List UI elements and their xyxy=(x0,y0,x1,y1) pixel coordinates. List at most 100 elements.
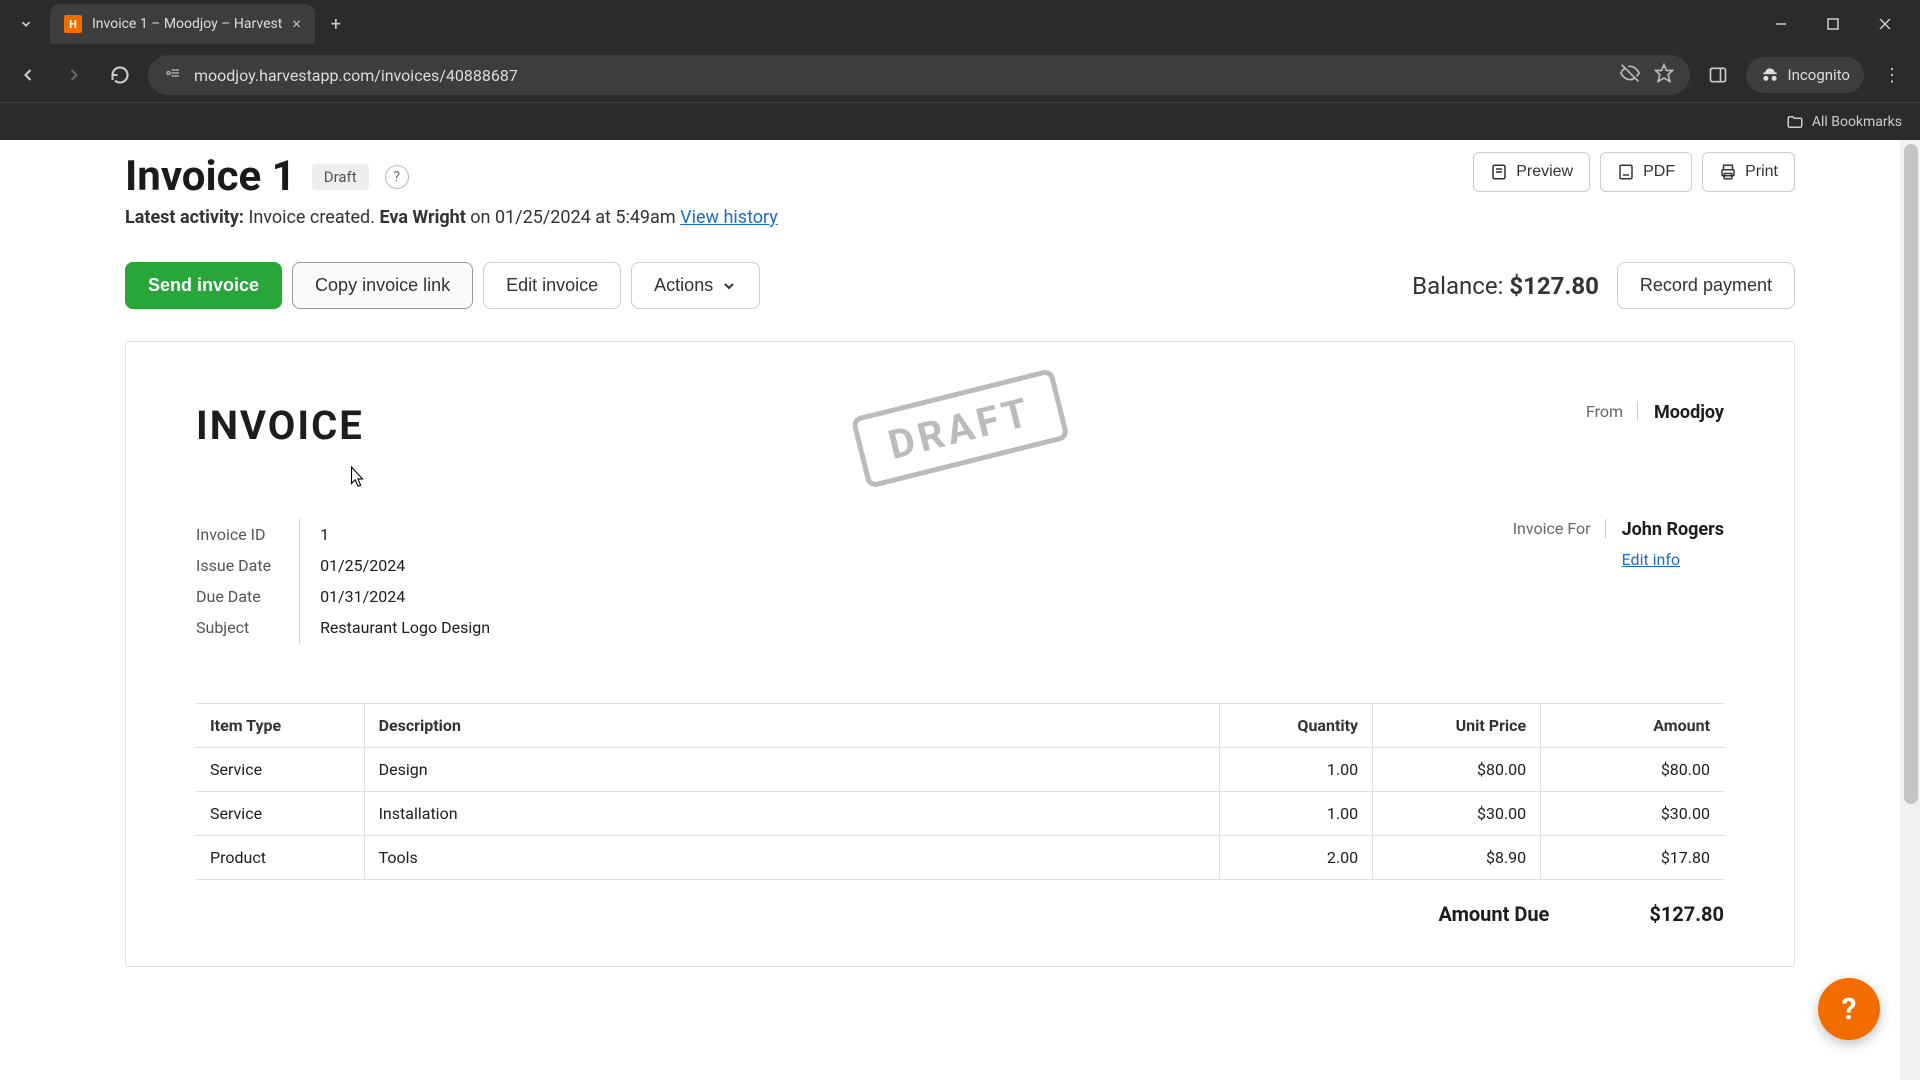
help-fab-button[interactable]: ? xyxy=(1818,978,1880,1040)
cell-price: $8.90 xyxy=(1373,836,1541,880)
activity-label: Latest activity: xyxy=(125,207,244,228)
all-bookmarks-button[interactable]: All Bookmarks xyxy=(1786,113,1902,131)
harvest-favicon: H xyxy=(64,15,82,33)
pdf-label: PDF xyxy=(1643,163,1675,181)
copy-invoice-link-button[interactable]: Copy invoice link xyxy=(292,262,473,309)
url-text: moodjoy.harvestapp.com/invoices/40888687 xyxy=(194,66,518,85)
cell-qty: 1.00 xyxy=(1220,792,1373,836)
incognito-icon xyxy=(1760,65,1780,85)
from-value: Moodjoy xyxy=(1654,402,1724,423)
invoice-heading: INVOICE xyxy=(196,402,364,449)
maximize-button[interactable] xyxy=(1810,4,1856,44)
record-payment-button[interactable]: Record payment xyxy=(1617,262,1795,309)
address-bar[interactable]: moodjoy.harvestapp.com/invoices/40888687 xyxy=(148,55,1690,95)
eye-off-icon[interactable] xyxy=(1620,63,1640,87)
from-label: From xyxy=(1586,402,1638,421)
folder-icon xyxy=(1786,113,1804,131)
cell-desc: Design xyxy=(364,748,1220,792)
close-window-button[interactable] xyxy=(1862,4,1908,44)
invoice-id-label: Invoice ID xyxy=(196,519,300,550)
tab-search-button[interactable] xyxy=(8,6,44,42)
preview-button[interactable]: Preview xyxy=(1473,152,1590,192)
subject-value: Restaurant Logo Design xyxy=(300,612,490,643)
edit-info-link[interactable]: Edit info xyxy=(1622,550,1724,569)
invoice-id-value: 1 xyxy=(300,519,490,550)
actions-dropdown-button[interactable]: Actions xyxy=(631,262,760,309)
browser-toolbar: moodjoy.harvestapp.com/invoices/40888687… xyxy=(0,48,1920,102)
tab-strip: H Invoice 1 – Moodjoy – Harvest × + xyxy=(0,0,1920,48)
latest-activity: Latest activity: Invoice created. Eva Wr… xyxy=(125,207,1795,228)
page-viewport: Invoice 1 Draft ? Preview PDF Print xyxy=(0,140,1920,1080)
browser-menu-button[interactable]: ⋮ xyxy=(1874,57,1910,93)
col-type: Item Type xyxy=(196,704,364,748)
invoice-card: INVOICE DRAFT From Moodjoy Invoice ID 1 … xyxy=(125,341,1795,967)
actions-label: Actions xyxy=(654,275,713,296)
incognito-indicator[interactable]: Incognito xyxy=(1746,57,1864,93)
draft-stamp: DRAFT xyxy=(850,368,1069,489)
side-panel-button[interactable] xyxy=(1700,57,1736,93)
tab-title: Invoice 1 – Moodjoy – Harvest xyxy=(92,16,282,32)
balance-display: Balance: $127.80 xyxy=(1412,272,1599,300)
arrow-left-icon xyxy=(18,65,38,85)
forward-button[interactable] xyxy=(56,57,92,93)
panel-icon xyxy=(1708,65,1728,85)
cell-desc: Installation xyxy=(364,792,1220,836)
site-info-icon[interactable] xyxy=(164,64,182,86)
chevron-down-icon xyxy=(19,17,33,31)
table-row: ServiceInstallation1.00$30.00$30.00 xyxy=(196,792,1724,836)
chevron-down-icon xyxy=(721,278,737,294)
balance-value: $127.80 xyxy=(1509,272,1599,300)
cell-amount: $17.80 xyxy=(1541,836,1724,880)
issue-date-value: 01/25/2024 xyxy=(300,550,490,581)
cell-amount: $30.00 xyxy=(1541,792,1724,836)
edit-invoice-button[interactable]: Edit invoice xyxy=(483,262,621,309)
new-tab-button[interactable]: + xyxy=(321,9,351,39)
minimize-button[interactable] xyxy=(1758,4,1804,44)
close-icon xyxy=(1879,18,1891,30)
maximize-icon xyxy=(1827,18,1839,30)
cell-type: Product xyxy=(196,836,364,880)
send-invoice-button[interactable]: Send invoice xyxy=(125,262,282,309)
table-row: ServiceDesign1.00$80.00$80.00 xyxy=(196,748,1724,792)
bookmarks-bar: All Bookmarks xyxy=(0,102,1920,140)
col-amount: Amount xyxy=(1541,704,1724,748)
cell-price: $80.00 xyxy=(1373,748,1541,792)
activity-text: Invoice created. xyxy=(248,207,375,228)
reload-button[interactable] xyxy=(102,57,138,93)
window-controls xyxy=(1758,4,1920,44)
due-date-value: 01/31/2024 xyxy=(300,581,490,612)
print-button[interactable]: Print xyxy=(1702,152,1795,192)
invoice-for-value: John Rogers xyxy=(1622,519,1724,540)
minimize-icon xyxy=(1775,18,1787,30)
subject-label: Subject xyxy=(196,612,300,643)
amount-due-value: $127.80 xyxy=(1649,902,1724,926)
cell-type: Service xyxy=(196,748,364,792)
col-desc: Description xyxy=(364,704,1220,748)
star-icon[interactable] xyxy=(1654,63,1674,87)
close-tab-button[interactable]: × xyxy=(292,16,301,32)
table-header-row: Item Type Description Quantity Unit Pric… xyxy=(196,704,1724,748)
due-date-label: Due Date xyxy=(196,581,300,612)
scrollbar-thumb[interactable] xyxy=(1904,144,1918,804)
preview-label: Preview xyxy=(1516,163,1573,181)
print-label: Print xyxy=(1745,163,1778,181)
reload-icon xyxy=(110,65,130,85)
pdf-icon xyxy=(1617,163,1635,181)
preview-icon xyxy=(1490,163,1508,181)
incognito-label: Incognito xyxy=(1788,66,1850,84)
status-badge: Draft xyxy=(312,164,369,190)
back-button[interactable] xyxy=(10,57,46,93)
pdf-button[interactable]: PDF xyxy=(1600,152,1692,192)
help-button[interactable]: ? xyxy=(385,165,409,189)
browser-tab[interactable]: H Invoice 1 – Moodjoy – Harvest × xyxy=(50,4,315,44)
line-items-table: Item Type Description Quantity Unit Pric… xyxy=(196,703,1724,880)
cell-type: Service xyxy=(196,792,364,836)
cell-desc: Tools xyxy=(364,836,1220,880)
invoice-meta: Invoice ID 1 Issue Date 01/25/2024 Due D… xyxy=(196,519,490,643)
scrollbar-track[interactable] xyxy=(1900,140,1920,1080)
all-bookmarks-label: All Bookmarks xyxy=(1812,114,1902,130)
view-history-link[interactable]: View history xyxy=(680,207,778,228)
browser-chrome: H Invoice 1 – Moodjoy – Harvest × + xyxy=(0,0,1920,140)
page-title: Invoice 1 xyxy=(125,152,296,201)
table-row: ProductTools2.00$8.90$17.80 xyxy=(196,836,1724,880)
